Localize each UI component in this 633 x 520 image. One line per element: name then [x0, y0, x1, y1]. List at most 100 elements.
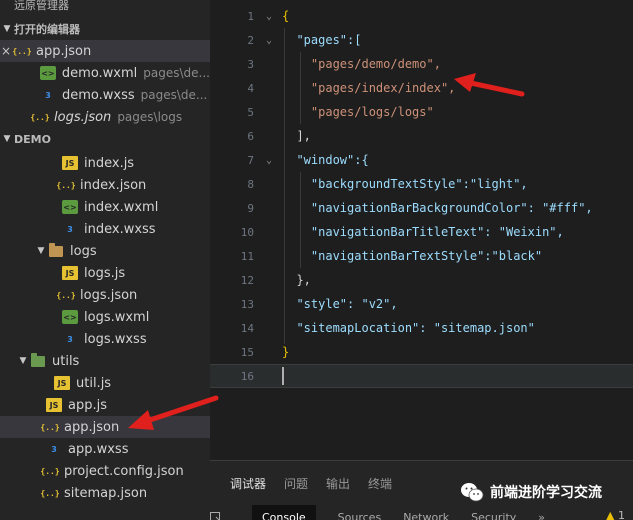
tab-terminal[interactable]: 终端 [368, 475, 392, 492]
line-number: 7 [247, 153, 254, 167]
project-title: DEMO [14, 132, 51, 146]
tab-console[interactable]: Console [252, 505, 316, 520]
open-editor-item-app-json[interactable]: × {..} app.json [0, 40, 210, 62]
close-icon[interactable]: × [0, 44, 12, 58]
code-line-15[interactable]: 15 } [210, 340, 633, 364]
file-explorer-sidebar: 远原管理器 ▼ 打开的编辑器 × {..} app.json <> demo.w… [0, 0, 210, 520]
code-line-3[interactable]: 3 "pages/demo/demo", [210, 52, 633, 76]
tree-item-logs-wxml[interactable]: <> logs.wxml [0, 306, 210, 328]
warning-badge[interactable]: ▲ 1 [606, 509, 625, 520]
code-text: "navigationBarTitleText": "Weixin", [282, 225, 564, 239]
tree-item-label: logs.json [80, 287, 138, 303]
line-number: 6 [247, 129, 254, 143]
line-number: 10 [240, 225, 254, 239]
code-line-13[interactable]: 13 "style": "v2", [210, 292, 633, 316]
tree-item-logs-js[interactable]: JS logs.js [0, 262, 210, 284]
project-header-demo[interactable]: ▼ DEMO [0, 128, 210, 150]
open-editors-header[interactable]: ▼ 打开的编辑器 [0, 18, 210, 40]
fold-chevron-icon[interactable]: ⌄ [256, 11, 282, 22]
open-editor-name: logs.json [54, 109, 112, 125]
watermark: 前端进阶学习交流 [460, 480, 602, 504]
js-file-icon: JS [62, 266, 78, 280]
code-text: }, [282, 273, 311, 287]
open-editor-path: pages\de... [143, 66, 210, 80]
code-line-6[interactable]: 6 ], [210, 124, 633, 148]
code-text: { [282, 9, 290, 23]
annotation-arrow-editor [454, 73, 525, 97]
chevron-down-icon: ▼ [3, 134, 11, 144]
tab-sources[interactable]: Sources [338, 505, 382, 520]
line-number: 9 [247, 201, 254, 215]
tree-item-app-wxss[interactable]: 3 app.wxss [0, 438, 210, 460]
code-line-5[interactable]: 5 "pages/logs/logs" [210, 100, 633, 124]
tree-item-project-config-json[interactable]: {..} project.config.json [0, 460, 210, 482]
tree-item-label: app.json [64, 419, 120, 435]
wxss-file-icon: 3 [45, 90, 51, 100]
open-editor-item-demo-wxml[interactable]: <> demo.wxml pages\de... [0, 62, 210, 84]
tree-item-index-wxss[interactable]: 3 index.wxss [0, 218, 210, 240]
code-line-14[interactable]: 14 "sitemapLocation": "sitemap.json" [210, 316, 633, 340]
tree-item-label: logs.wxss [84, 331, 147, 347]
annotation-arrow-sidebar [128, 395, 219, 430]
open-editor-item-logs-json[interactable]: {..} logs.json pages\logs [0, 106, 210, 128]
wxml-file-icon: <> [39, 66, 56, 80]
code-line-7[interactable]: 7 ⌄ "window":{ [210, 148, 633, 172]
tree-item-sitemap-json[interactable]: {..} sitemap.json [0, 482, 210, 504]
more-tabs-icon[interactable]: » [538, 505, 545, 520]
tree-item-index-js[interactable]: JS index.js [0, 152, 210, 174]
fold-chevron-icon[interactable]: ⌄ [256, 35, 282, 46]
code-line-16[interactable]: 16 [210, 364, 633, 388]
open-editor-path: pages\de... [140, 88, 208, 102]
tree-item-logs-json[interactable]: {..} logs.json [0, 284, 210, 306]
tree-item-label: logs.wxml [84, 309, 150, 325]
js-file-icon: JS [54, 376, 70, 390]
tab-problems[interactable]: 问题 [284, 475, 308, 492]
devtools-tabs: Console Sources Network Security » [210, 505, 633, 520]
inspect-icon[interactable] [210, 505, 232, 520]
line-number: 5 [247, 105, 254, 119]
panel-tabs: 调试器 问题 输出 终端 [230, 475, 410, 492]
wxss-file-icon: 3 [67, 334, 73, 344]
line-number: 3 [247, 57, 254, 71]
code-line-1[interactable]: 1 ⌄ { [210, 4, 633, 28]
wxss-file-icon: 3 [67, 224, 73, 234]
code-text: "pages/logs/logs" [282, 105, 434, 119]
fold-chevron-icon[interactable]: ⌄ [256, 155, 282, 166]
code-line-9[interactable]: 9 "navigationBarBackgroundColor": "#fff"… [210, 196, 633, 220]
tab-debugger[interactable]: 调试器 [230, 475, 266, 492]
code-line-10[interactable]: 10 "navigationBarTitleText": "Weixin", [210, 220, 633, 244]
tree-item-logs-wxss[interactable]: 3 logs.wxss [0, 328, 210, 350]
code-text: "backgroundTextStyle":"light", [282, 177, 528, 191]
code-text: "style": "v2", [282, 297, 398, 311]
folder-icon [30, 352, 46, 368]
tab-network[interactable]: Network [403, 505, 449, 520]
wechat-logo-icon [460, 481, 484, 503]
code-line-11[interactable]: 11 "navigationBarTextStyle":"black" [210, 244, 633, 268]
tree-item-label: index.json [80, 177, 147, 193]
code-text: } [282, 345, 290, 359]
tree-item-index-json[interactable]: {..} index.json [0, 174, 210, 196]
tree-item-label: util.js [76, 375, 112, 391]
code-editor[interactable]: 1 ⌄ { 2 ⌄ "pages":[ 3 "pages/demo/demo",… [210, 0, 633, 460]
chevron-down-icon: ▼ [3, 24, 11, 34]
warning-count: 1 [618, 509, 625, 520]
tree-folder-utils[interactable]: ▼ utils [0, 350, 210, 372]
line-number: 8 [247, 177, 254, 191]
open-editor-path: pages\logs [117, 110, 183, 124]
open-editor-item-demo-wxss[interactable]: 3 demo.wxss pages\de... [0, 84, 210, 106]
tab-output[interactable]: 输出 [326, 475, 350, 492]
tab-security[interactable]: Security [471, 505, 516, 520]
code-text: "pages/index/index", [282, 81, 456, 95]
code-text: "window":{ [282, 153, 369, 167]
code-line-12[interactable]: 12 }, [210, 268, 633, 292]
code-line-4[interactable]: 4 "pages/index/index", [210, 76, 633, 100]
code-line-8[interactable]: 8 "backgroundTextStyle":"light", [210, 172, 633, 196]
json-file-icon: {..} [40, 488, 60, 498]
code-line-2[interactable]: 2 ⌄ "pages":[ [210, 28, 633, 52]
line-number: 14 [240, 321, 254, 335]
tree-folder-logs[interactable]: ▼ logs [0, 240, 210, 262]
tree-item-index-wxml[interactable]: <> index.wxml [0, 196, 210, 218]
tree-item-label: logs.js [84, 265, 126, 281]
json-file-icon: {..} [56, 180, 76, 190]
tree-item-label: index.wxss [84, 221, 156, 237]
